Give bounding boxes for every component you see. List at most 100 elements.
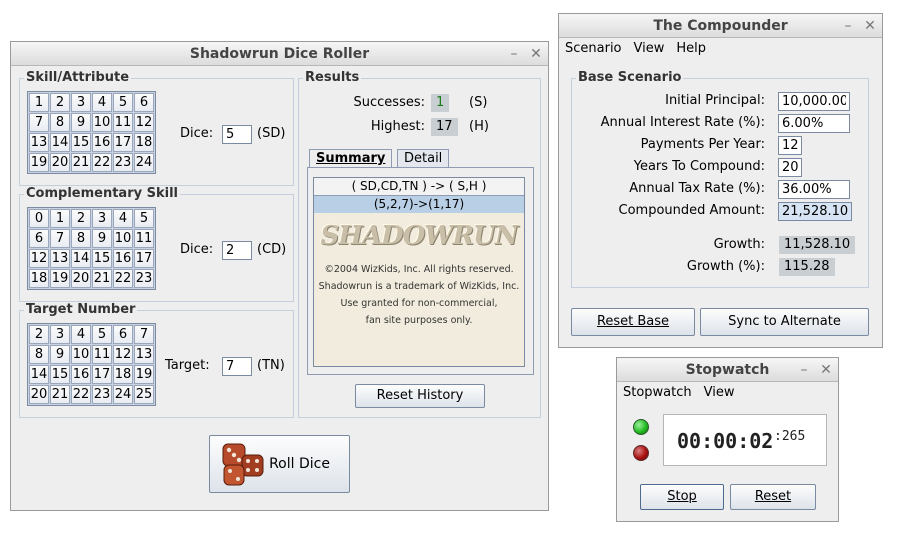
skill-number-button[interactable]: 12 (134, 113, 154, 132)
skill-dice-input[interactable] (222, 125, 252, 144)
menu-view[interactable]: View (704, 385, 735, 400)
history-list[interactable]: ( SD,CD,TN ) -> ( S,H ) (5,2,7)->(1,17) … (313, 177, 525, 367)
compounder-field-input[interactable] (778, 136, 802, 155)
comp-number-button[interactable]: 22 (113, 269, 133, 288)
skill-number-button[interactable]: 7 (29, 113, 49, 132)
target-number-button[interactable]: 18 (113, 365, 133, 384)
skill-number-button[interactable]: 9 (71, 113, 91, 132)
tab-summary[interactable]: Summary (309, 149, 393, 168)
comp-number-button[interactable]: 2 (71, 209, 91, 228)
target-number-button[interactable]: 4 (71, 325, 91, 344)
reset-history-button[interactable]: Reset History (355, 384, 485, 408)
skill-number-button[interactable]: 23 (113, 153, 133, 172)
comp-number-button[interactable]: 0 (29, 209, 49, 228)
reset-base-button[interactable]: Reset Base (571, 308, 695, 336)
minimize-icon[interactable]: – (508, 42, 520, 66)
menu-scenario[interactable]: Scenario (565, 41, 622, 56)
target-number-button[interactable]: 9 (50, 345, 70, 364)
target-number-button[interactable]: 14 (29, 365, 49, 384)
skill-number-button[interactable]: 2 (50, 93, 70, 112)
close-icon[interactable]: ✕ (864, 14, 876, 38)
comp-number-button[interactable]: 4 (113, 209, 133, 228)
comp-number-button[interactable]: 8 (71, 229, 91, 248)
comp-number-button[interactable]: 3 (92, 209, 112, 228)
target-input[interactable] (222, 357, 252, 376)
history-row[interactable]: (5,2,7)->(1,17) (314, 196, 524, 213)
stopwatch-titlebar[interactable]: Stopwatch – ✕ (617, 358, 838, 382)
skill-number-button[interactable]: 20 (50, 153, 70, 172)
minimize-icon[interactable]: – (798, 358, 810, 382)
skill-number-button[interactable]: 14 (50, 133, 70, 152)
skill-number-button[interactable]: 22 (92, 153, 112, 172)
skill-number-button[interactable]: 21 (71, 153, 91, 172)
target-number-button[interactable]: 3 (50, 325, 70, 344)
comp-number-button[interactable]: 1 (50, 209, 70, 228)
menu-stopwatch[interactable]: Stopwatch (623, 385, 692, 400)
comp-number-button[interactable]: 9 (92, 229, 112, 248)
comp-number-button[interactable]: 16 (113, 249, 133, 268)
comp-number-button[interactable]: 13 (50, 249, 70, 268)
skill-number-button[interactable]: 19 (29, 153, 49, 172)
comp-number-button[interactable]: 6 (29, 229, 49, 248)
comp-number-button[interactable]: 21 (92, 269, 112, 288)
skill-number-button[interactable]: 13 (29, 133, 49, 152)
target-number-button[interactable]: 10 (71, 345, 91, 364)
target-number-button[interactable]: 17 (92, 365, 112, 384)
reset-button[interactable]: Reset (730, 484, 816, 510)
target-number-button[interactable]: 23 (92, 385, 112, 404)
menu-help[interactable]: Help (676, 41, 706, 56)
target-number-button[interactable]: 16 (71, 365, 91, 384)
comp-number-button[interactable]: 17 (134, 249, 154, 268)
skill-number-button[interactable]: 18 (134, 133, 154, 152)
comp-number-button[interactable]: 10 (113, 229, 133, 248)
target-number-button[interactable]: 13 (134, 345, 154, 364)
comp-number-button[interactable]: 23 (134, 269, 154, 288)
comp-dice-input[interactable] (222, 241, 252, 260)
skill-number-button[interactable]: 10 (92, 113, 112, 132)
skill-number-button[interactable]: 24 (134, 153, 154, 172)
target-number-button[interactable]: 11 (92, 345, 112, 364)
target-number-button[interactable]: 25 (134, 385, 154, 404)
skill-number-button[interactable]: 11 (113, 113, 133, 132)
comp-number-button[interactable]: 11 (134, 229, 154, 248)
skill-number-button[interactable]: 17 (113, 133, 133, 152)
target-number-button[interactable]: 21 (50, 385, 70, 404)
compounder-field-input[interactable] (778, 202, 852, 221)
skill-number-button[interactable]: 6 (134, 93, 154, 112)
roll-dice-button[interactable]: Roll Dice (209, 435, 350, 493)
comp-number-button[interactable]: 19 (50, 269, 70, 288)
target-number-button[interactable]: 19 (134, 365, 154, 384)
stop-button[interactable]: Stop (640, 484, 724, 510)
skill-number-button[interactable]: 3 (71, 93, 91, 112)
skill-number-button[interactable]: 8 (50, 113, 70, 132)
comp-number-button[interactable]: 20 (71, 269, 91, 288)
menu-view[interactable]: View (634, 41, 665, 56)
comp-number-button[interactable]: 15 (92, 249, 112, 268)
minimize-icon[interactable]: – (842, 14, 854, 38)
tab-detail[interactable]: Detail (397, 149, 450, 168)
target-number-button[interactable]: 24 (113, 385, 133, 404)
compounder-titlebar[interactable]: The Compounder – ✕ (559, 14, 882, 38)
compounder-field-input[interactable] (778, 92, 850, 111)
skill-number-button[interactable]: 1 (29, 93, 49, 112)
target-number-button[interactable]: 20 (29, 385, 49, 404)
target-number-button[interactable]: 6 (113, 325, 133, 344)
comp-number-button[interactable]: 14 (71, 249, 91, 268)
close-icon[interactable]: ✕ (820, 358, 832, 382)
target-number-button[interactable]: 12 (113, 345, 133, 364)
skill-number-button[interactable]: 4 (92, 93, 112, 112)
skill-number-button[interactable]: 15 (71, 133, 91, 152)
comp-number-button[interactable]: 12 (29, 249, 49, 268)
target-number-button[interactable]: 8 (29, 345, 49, 364)
target-number-button[interactable]: 5 (92, 325, 112, 344)
skill-number-button[interactable]: 5 (113, 93, 133, 112)
compounder-field-input[interactable] (778, 114, 850, 133)
target-number-button[interactable]: 22 (71, 385, 91, 404)
comp-number-button[interactable]: 18 (29, 269, 49, 288)
comp-number-button[interactable]: 7 (50, 229, 70, 248)
target-number-button[interactable]: 7 (134, 325, 154, 344)
dice-roller-titlebar[interactable]: Shadowrun Dice Roller – ✕ (11, 42, 548, 66)
target-number-button[interactable]: 2 (29, 325, 49, 344)
compounder-field-input[interactable] (778, 158, 802, 177)
skill-number-button[interactable]: 16 (92, 133, 112, 152)
